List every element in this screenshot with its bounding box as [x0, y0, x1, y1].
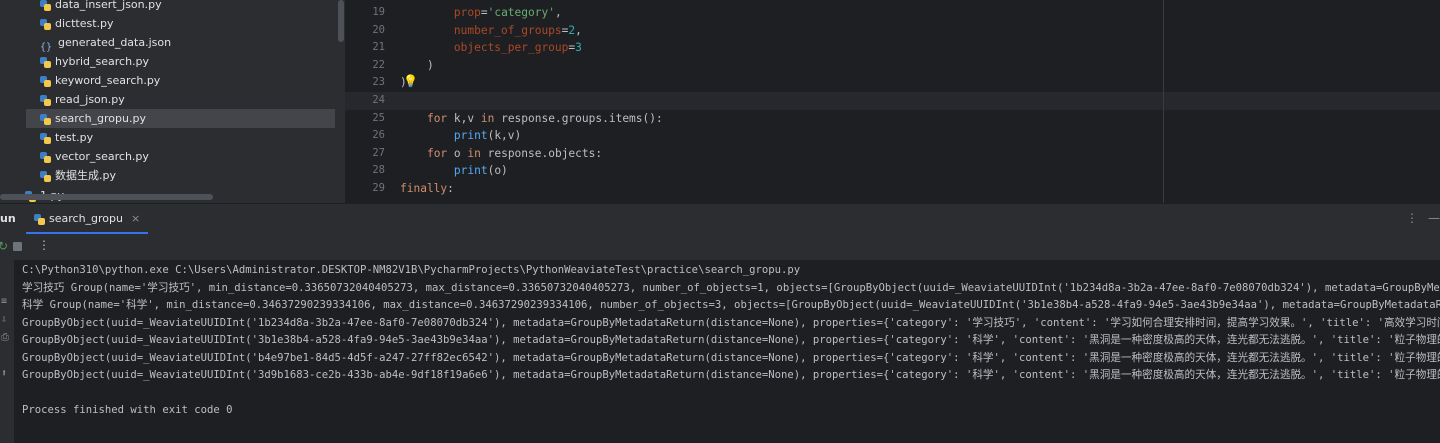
tree-vertical-scrollbar[interactable]: [338, 0, 344, 42]
more-options-icon[interactable]: ⋮: [1406, 211, 1418, 225]
more-actions-icon[interactable]: ⋮: [38, 238, 50, 252]
console-line: GroupByObject(uuid=_WeaviateUUIDInt('1b2…: [22, 316, 1440, 329]
line-number[interactable]: 26: [345, 127, 385, 145]
python-file-icon: [40, 94, 51, 106]
tree-item-keyword-search[interactable]: keyword_search.py: [40, 71, 160, 90]
console-line: GroupByObject(uuid=_WeaviateUUIDInt('3b1…: [22, 334, 1440, 346]
code-line: for o in response.objects:: [426, 146, 603, 160]
stop-icon[interactable]: [13, 242, 22, 251]
line-number[interactable]: 29: [345, 180, 385, 198]
run-tab-label: search_gropu: [49, 212, 123, 225]
soft-wrap-icon[interactable]: ≡: [1, 296, 7, 307]
line-number[interactable]: 20: [345, 22, 385, 40]
python-file-icon: [40, 113, 51, 125]
tree-item-label: data_insert_json.py: [55, 0, 162, 11]
console-line: GroupByObject(uuid=_WeaviateUUIDInt('3d9…: [22, 369, 1440, 381]
tree-item-label: vector_search.py: [55, 150, 149, 163]
tree-item-test[interactable]: test.py: [40, 128, 93, 147]
tree-horizontal-scrollbar[interactable]: [0, 194, 213, 200]
tree-item-label: 数据生成.py: [55, 169, 116, 182]
code-line: number_of_groups=2,: [453, 23, 582, 37]
line-number[interactable]: 25: [345, 110, 385, 128]
tree-item-label: search_gropu.py: [55, 112, 146, 125]
run-tool-window-header: un search_gropu × ⋮ —: [0, 203, 1440, 234]
python-file-icon: [40, 0, 51, 11]
python-file-icon: [40, 151, 51, 163]
tree-item-label: test.py: [55, 131, 94, 144]
close-icon[interactable]: ×: [131, 212, 140, 225]
json-file-icon: {}: [40, 41, 53, 53]
right-margin-guide: [1163, 0, 1164, 203]
run-toolbar: ↻ ⋮: [0, 234, 1440, 260]
minimize-icon[interactable]: —: [1428, 211, 1440, 225]
line-number[interactable]: 19: [345, 4, 385, 22]
line-number[interactable]: 24: [345, 92, 385, 110]
project-tree: data_insert_json.py dicttest.py {} genera…: [0, 0, 345, 203]
print-icon[interactable]: ⎙: [1, 332, 9, 343]
tree-item-label: keyword_search.py: [55, 74, 161, 87]
python-file-icon: [40, 170, 51, 182]
code-line: objects_per_group=3: [453, 41, 582, 54]
tree-item-data-insert-json[interactable]: data_insert_json.py: [40, 0, 162, 14]
python-file-icon: [40, 132, 51, 144]
run-console[interactable]: ≡ ⇩ ⎙ ⬆ C:\Python310\python.exe C:\Users…: [0, 260, 1440, 443]
current-line-highlight: [345, 92, 1440, 110]
python-file-icon: [40, 18, 51, 30]
code-line: finally:: [400, 181, 454, 195]
tree-item-hybrid-search[interactable]: hybrid_search.py: [40, 52, 149, 71]
run-tab-search-gropu[interactable]: search_gropu ×: [26, 204, 149, 234]
line-number[interactable]: 28: [345, 162, 385, 180]
tree-item-label: read_json.py: [55, 93, 125, 106]
line-number[interactable]: 21: [345, 39, 385, 57]
line-number[interactable]: 22: [345, 57, 385, 75]
line-number[interactable]: 23: [345, 74, 385, 92]
python-file-icon: [40, 56, 51, 68]
tree-item-vector-search[interactable]: vector_search.py: [40, 147, 149, 166]
code-line: print(o): [453, 164, 508, 177]
code-line: ): [400, 76, 407, 89]
console-side-toolbar: ≡ ⇩ ⎙ ⬆: [0, 260, 14, 443]
console-line: 学习技巧 Group(name='学习技巧', min_distance=0.3…: [22, 281, 1440, 294]
code-line: for k,v in response.groups.items():: [426, 111, 663, 125]
python-file-icon: [34, 213, 45, 225]
tree-item-data-generation[interactable]: 数据生成.py: [40, 166, 116, 185]
tree-item-label: hybrid_search.py: [55, 55, 150, 68]
tree-item-dicttest[interactable]: dicttest.py: [40, 14, 114, 33]
run-window-title: un: [0, 212, 16, 225]
tree-item-read-json[interactable]: read_json.py: [40, 90, 125, 109]
tree-item-generated-data-json[interactable]: {} generated_data.json: [40, 33, 172, 53]
tree-item-label: generated_data.json: [58, 36, 172, 49]
code-editor[interactable]: 19 20 21 22 23 24 25 26 27 28 29 💡 prop=…: [345, 0, 1440, 203]
tree-item-search-gropu[interactable]: search_gropu.py: [26, 109, 335, 128]
console-line: 科学 Group(name='科学', min_distance=0.34637…: [22, 299, 1440, 311]
code-line: print(k,v): [453, 129, 522, 142]
code-line: ): [426, 58, 434, 72]
code-line: prop='category',: [453, 6, 562, 19]
rerun-icon[interactable]: ↻: [0, 239, 8, 253]
tree-item-label: dicttest.py: [55, 17, 114, 30]
console-line: GroupByObject(uuid=_WeaviateUUIDInt('b4e…: [22, 351, 1440, 364]
python-file-icon: [40, 75, 51, 87]
console-line: Process finished with exit code 0: [22, 404, 233, 416]
up-icon[interactable]: ⬆: [1, 368, 7, 379]
scroll-to-end-icon[interactable]: ⇩: [1, 314, 7, 325]
console-line: C:\Python310\python.exe C:\Users\Adminis…: [22, 264, 801, 276]
line-number[interactable]: 27: [345, 145, 385, 163]
